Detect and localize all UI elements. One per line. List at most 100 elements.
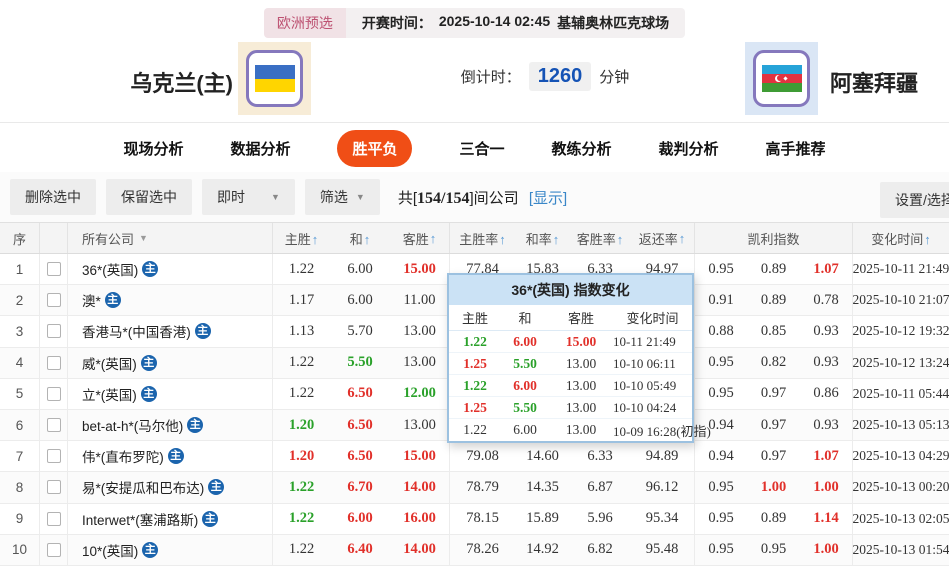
table-row[interactable]: 10 10*(英国) 主 1.22 6.40 14.00 78.26 14.92 6.82 95.… [0,534,949,566]
mode-select[interactable]: 即时 ▼ [202,179,295,215]
rate-cell: 6.33 [587,447,613,464]
filter-select[interactable]: 筛选 ▼ [304,179,380,215]
row-checkbox[interactable] [46,449,61,464]
popup-header: 主胜 和 客胜 变化时间 [449,305,692,331]
sort-up-icon: ↑ [552,231,560,247]
sort-up-icon: ↑ [616,231,624,247]
company-name[interactable]: 10*(英国) 主 [68,534,273,565]
table-row[interactable]: 8 易*(安提瓜和巴布达) 主 1.22 6.70 14.00 78.79 14.35 6.87… [0,472,949,504]
company-label: 澳* [82,294,101,310]
row-checkbox[interactable] [46,542,61,557]
company-name[interactable]: 威*(英国) 主 [68,347,273,378]
col-change-time[interactable]: 变化时间↑ [853,229,949,248]
tab-expert-picks[interactable]: 高手推荐 [766,138,826,159]
kelly-cell: 0.93 [800,347,853,378]
company-label: 伟*(直布罗陀) [82,450,164,466]
tab-data-analysis[interactable]: 数据分析 [230,138,290,159]
company-name[interactable]: 香港马*(中国香港) 主 [68,316,273,347]
host-icon: 主 [202,510,219,527]
odds-cell: 14.00 [390,472,450,503]
company-label: 香港马*(中国香港) [82,325,191,341]
company-name[interactable]: 36*(英国) 主 [68,254,273,285]
rate-cell: 95.48 [630,534,695,565]
countdown-unit: 分钟 [599,69,630,86]
company-name[interactable]: 澳* 主 [68,285,273,316]
tab-win-draw-lose[interactable]: 胜平负 [337,129,413,167]
row-index: 2 [0,285,40,316]
kelly-cell: 0.97 [760,447,787,464]
popup-odds-cell: 1.22 [463,333,487,349]
company-label: 威*(英国) [82,356,137,372]
start-time-label: 开赛时间： [361,15,432,31]
filter-select-value: 筛选 [319,189,348,205]
host-icon: 主 [142,261,159,278]
kelly-cell: 0.95 [708,510,734,527]
kelly-cell: 0.85 [760,322,787,339]
row-checkbox-cell [40,316,68,347]
row-checkbox[interactable] [46,293,61,308]
row-checkbox[interactable] [46,480,61,495]
col-draw-odds[interactable]: 和↑ [330,229,390,248]
company-label: 易*(安提瓜和巴布达) [82,481,205,497]
tab-coach-analysis[interactable]: 教练分析 [552,138,612,159]
company-name[interactable]: 伟*(直布罗陀) 主 [68,441,273,472]
tab-live-analysis[interactable]: 现场分析 [123,138,183,159]
col-away-rate[interactable]: 客胜率↑ [570,229,630,248]
show-link[interactable]: [显示] [529,190,567,207]
odds-cell: 6.50 [347,416,373,433]
away-flag [745,42,818,115]
delete-selected-button[interactable]: 删除选中 [10,179,96,215]
tab-referee-analysis[interactable]: 裁判分析 [659,138,719,159]
row-checkbox[interactable] [46,324,61,339]
col-payout-rate[interactable]: 返还率 ↑ [630,223,695,253]
col-away-odds[interactable]: 客胜 ↑ [390,223,450,253]
col-company[interactable]: 所有公司 ▼ [68,223,273,253]
odds-cell: 13.00 [390,347,450,378]
header-divider [0,122,949,123]
company-name[interactable]: 立*(英国) 主 [68,378,273,409]
row-checkbox[interactable] [46,355,61,370]
settings-select-button[interactable]: 设置/选择 [880,182,949,218]
change-time-cell: 2025-10-13 02:05 [852,510,949,526]
popup-time-cell: 10-09 16:28(初指) [613,423,711,439]
company-name[interactable]: Interwet*(塞浦路斯) 主 [68,503,273,534]
company-label: 10*(英国) [82,543,139,559]
popup-odds-cell: 6.00 [513,377,537,393]
company-name[interactable]: 易*(安提瓜和巴布达) 主 [68,472,273,503]
row-checkbox[interactable] [46,418,61,433]
row-checkbox[interactable] [46,262,61,277]
chevron-down-icon: ▼ [271,192,280,202]
odds-cell: 5.50 [347,354,373,371]
row-index: 5 [0,378,40,409]
table-row[interactable]: 7 伟*(直布罗陀) 主 1.20 6.50 15.00 79.08 14.60 6.33 94.… [0,441,949,473]
row-checkbox[interactable] [46,511,61,526]
odds-cell: 6.70 [347,478,373,495]
popup-time-cell: 10-11 21:49 [613,333,676,349]
company-label: bet-at-h*(马尔他) [82,419,184,435]
col-draw-rate[interactable]: 和率↑ [515,229,570,248]
host-icon: 主 [140,354,157,371]
tab-three-in-one[interactable]: 三合一 [459,138,504,159]
kelly-cell: 0.94 [708,447,734,464]
host-icon: 主 [140,385,157,402]
row-checkbox[interactable] [46,386,61,401]
kelly-cell: 0.93 [800,316,853,347]
popup-odds-cell: 13.00 [565,355,597,371]
keep-selected-button[interactable]: 保留选中 [106,179,192,215]
azerbaijan-flag-icon [761,65,802,92]
league-badge: 欧洲预选 [263,8,346,38]
change-time-cell: 2025-10-11 05:44 [852,385,949,401]
row-index: 4 [0,347,40,378]
table-row[interactable]: 9 Interwet*(塞浦路斯) 主 1.22 6.00 16.00 78.15 15.89… [0,503,949,535]
rate-cell: 15.89 [526,510,559,527]
row-index: 1 [0,254,40,285]
popup-odds-cell: 1.25 [463,399,487,415]
change-time-cell: 2025-10-13 05:13 [852,417,949,433]
company-name[interactable]: bet-at-h*(马尔他) 主 [68,409,273,441]
row-checkbox-cell [40,254,68,285]
popup-row: 1.22 6.00 13.00 10-09 16:28(初指) [449,419,711,441]
col-home-rate[interactable]: 主胜率↑ [450,229,515,248]
rate-cell: 5.96 [587,510,613,527]
col-home-odds[interactable]: 主胜↑ [273,229,330,248]
odds-cell: 1.22 [288,260,315,277]
